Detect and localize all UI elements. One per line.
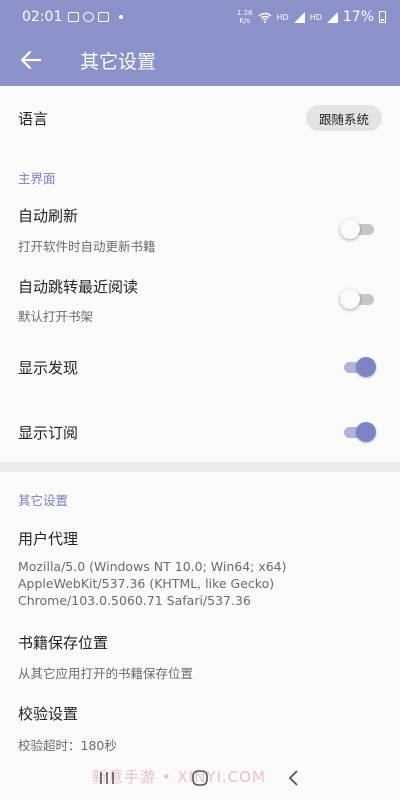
verify-settings-label: 校验设置 (18, 705, 79, 723)
user-agent-value: Mozilla/5.0 (Windows NT 10.0; Win64; x64… (18, 559, 287, 608)
book-location-description: 从其它应用打开的书籍保存位置 (18, 666, 194, 681)
auto-refresh-description: 打开软件时自动更新书籍 (18, 239, 156, 254)
auto-jump-toggle[interactable] (340, 288, 378, 310)
sim1-hd-label: HD (276, 12, 289, 22)
gallery-icon (68, 12, 80, 22)
signal-icon (293, 11, 305, 23)
show-subscribe-label: 显示订阅 (18, 424, 79, 442)
more-notifications-dot-icon (119, 15, 124, 19)
recent-apps-button[interactable] (87, 763, 127, 793)
back-button[interactable] (0, 34, 62, 86)
sim2-hd-label: HD (309, 12, 322, 22)
battery-percent: 17% (342, 9, 374, 25)
show-discover-toggle[interactable] (342, 356, 378, 378)
auto-jump-label: 自动跳转最近阅读 (18, 278, 139, 296)
home-button[interactable] (180, 763, 220, 793)
language-select-button[interactable]: 跟随系统 (305, 105, 382, 131)
auto-refresh-label: 自动刷新 (18, 207, 79, 225)
network-speed: 1.28 K/s (236, 9, 253, 25)
app-bar: 其它设置 (0, 34, 400, 86)
section-divider (0, 462, 400, 472)
arrow-left-icon (21, 51, 41, 69)
notification-icons (68, 12, 124, 22)
message-icon (83, 12, 95, 22)
status-bar: 02:01 1.28 K/s HD HD 17% (0, 0, 400, 34)
home-icon (192, 769, 208, 786)
auto-refresh-toggle[interactable] (340, 218, 378, 240)
page-title: 其它设置 (80, 50, 157, 73)
section-header-main-ui: 主界面 (18, 171, 56, 186)
book-location-label: 书籍保存位置 (18, 634, 109, 652)
battery-icon (379, 11, 386, 23)
wifi-icon (258, 12, 271, 23)
recent-apps-icon (99, 771, 114, 784)
status-time: 02:01 (22, 9, 63, 25)
language-label: 语言 (18, 110, 49, 128)
verify-timeout-description: 校验超时：180秒 (18, 738, 117, 753)
show-discover-label: 显示发现 (18, 359, 79, 377)
system-nav-bar (0, 755, 400, 800)
back-nav-button[interactable] (273, 763, 313, 793)
auto-jump-description: 默认打开书架 (18, 309, 94, 324)
show-subscribe-toggle[interactable] (342, 421, 378, 443)
shopping-bag-icon (98, 12, 110, 22)
user-agent-label: 用户代理 (18, 530, 79, 548)
signal-icon-2 (326, 11, 338, 23)
section-header-other: 其它设置 (18, 493, 69, 508)
back-chevron-icon (289, 769, 298, 786)
